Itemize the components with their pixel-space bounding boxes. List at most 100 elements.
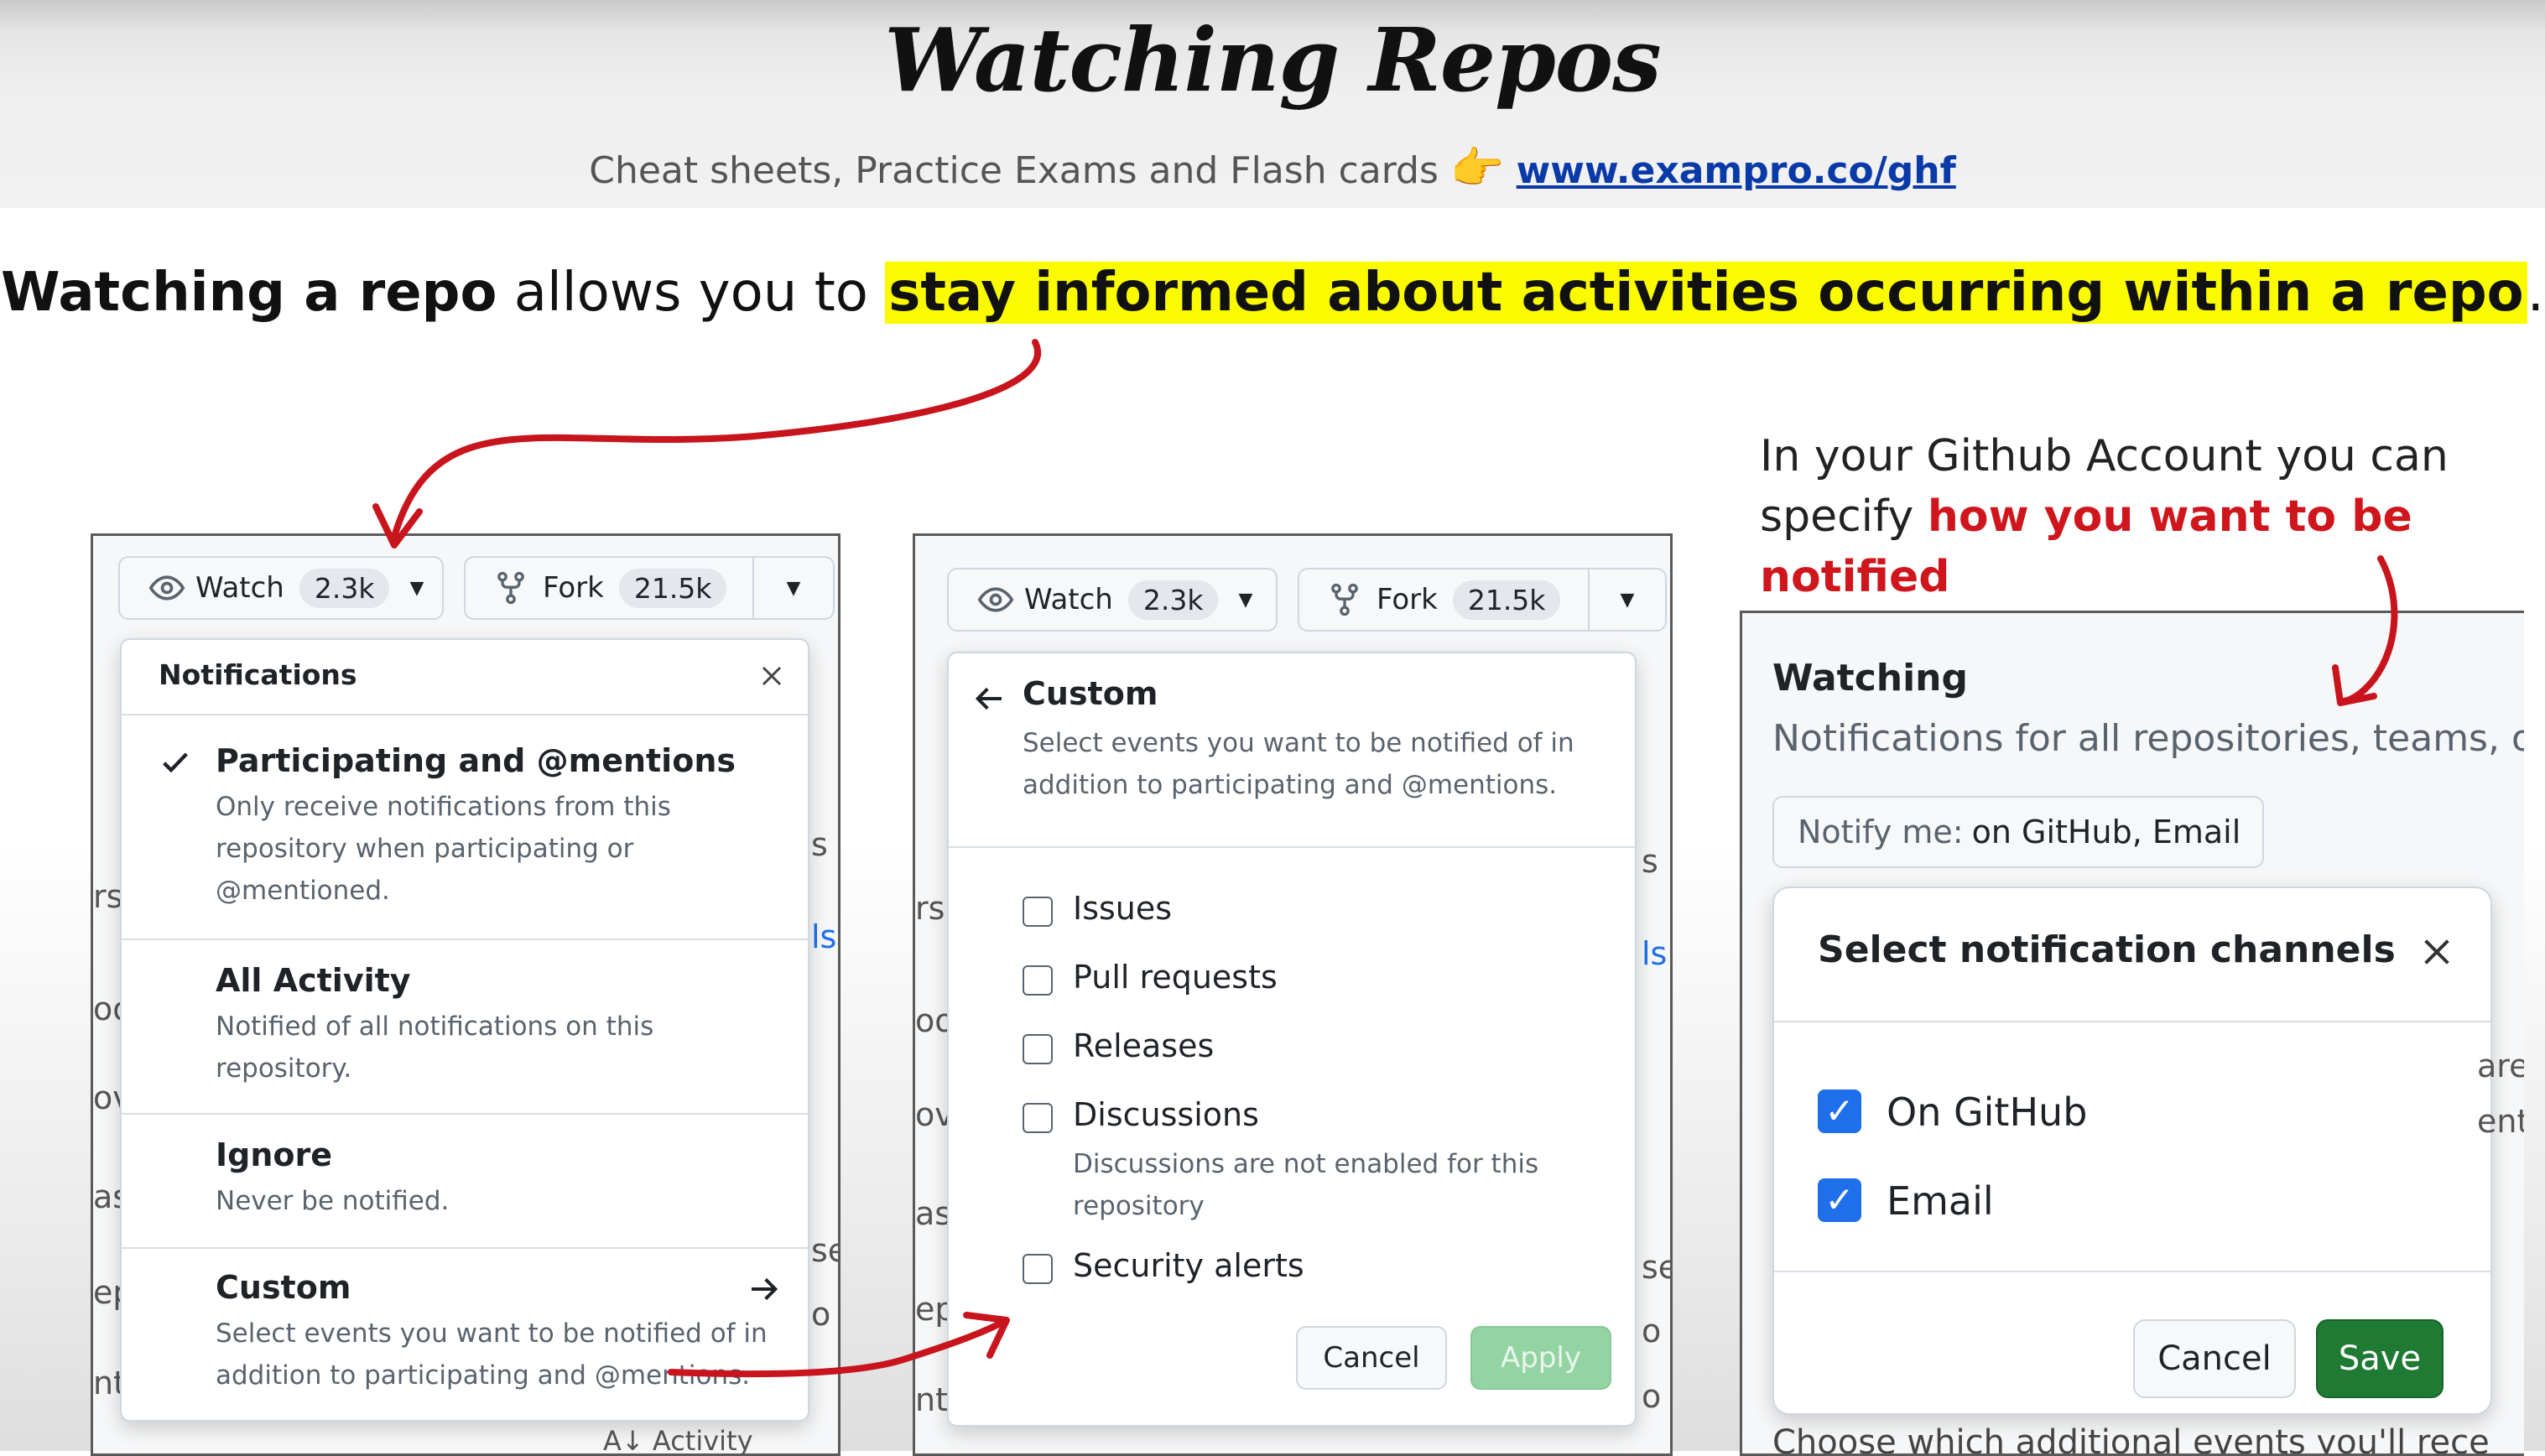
- panel-watching-settings: Watching Notifications for all repositor…: [1740, 611, 2524, 1456]
- divider: [1774, 1021, 2490, 1022]
- ghost-text: ls: [1642, 935, 1668, 972]
- option-desc-line: repository.: [216, 1053, 352, 1084]
- headline: Watching a repo allows you to stay infor…: [0, 262, 2545, 324]
- fork-label: Fork: [543, 571, 604, 605]
- email-label: Email: [1887, 1178, 1994, 1224]
- option-desc-line: @mentioned.: [216, 876, 390, 906]
- caret-down-icon: ▼: [786, 577, 801, 599]
- close-icon[interactable]: [2420, 935, 2454, 969]
- ghost-text: rs: [915, 890, 945, 927]
- ghost-text: rs: [93, 878, 123, 915]
- close-icon[interactable]: [759, 663, 784, 689]
- option-ignore[interactable]: Ignore Never be notified.: [122, 1115, 808, 1247]
- releases-checkbox[interactable]: [1023, 1034, 1053, 1064]
- option-desc-line: Notified of all notifications on this: [216, 1011, 654, 1042]
- divider: [1774, 1271, 2490, 1272]
- ghost-text: ls: [811, 918, 837, 955]
- fork-icon: [497, 571, 524, 605]
- menu-desc-line: addition to participating and @mentions.: [1023, 770, 1558, 800]
- menu-desc-line: Select events you want to be notified of…: [1023, 728, 1574, 758]
- discussions-checkbox[interactable]: [1023, 1103, 1053, 1133]
- ghost-text: o: [1642, 1378, 1662, 1415]
- option-title: Custom: [216, 1269, 351, 1306]
- eye-icon: [977, 587, 1014, 612]
- save-button[interactable]: Save: [2316, 1319, 2444, 1398]
- option-desc-line: Only receive notifications from this: [216, 792, 671, 822]
- headline-highlight: stay informed about activities occurring…: [885, 262, 2527, 324]
- apply-button[interactable]: Apply: [1470, 1326, 1611, 1390]
- caret-down-icon: ▼: [409, 577, 424, 599]
- option-custom[interactable]: Custom Select events you want to be noti…: [122, 1249, 808, 1417]
- option-desc: Only receive notifications from this rep…: [216, 786, 671, 912]
- eye-icon: [148, 575, 185, 601]
- option-all-activity[interactable]: All Activity Notified of all notificatio…: [122, 940, 808, 1113]
- arrow-left-icon[interactable]: [972, 682, 1006, 715]
- arrow-right-icon: [752, 1277, 778, 1301]
- ghost-text: are: [2477, 1048, 2524, 1084]
- headline-end: .: [2527, 262, 2544, 324]
- discussions-label: Discussions: [1073, 1096, 1259, 1133]
- option-participating[interactable]: Participating and @mentions Only receive…: [122, 715, 808, 939]
- slide-title: Watching Repos: [884, 8, 1661, 112]
- fork-button[interactable]: Fork 21.5k: [1298, 568, 1591, 632]
- ghost-activity: A↓ Activity: [603, 1425, 753, 1456]
- issues-label: Issues: [1073, 890, 1173, 927]
- menu-title: Notifications: [159, 658, 357, 691]
- security-alerts-checkbox[interactable]: [1023, 1254, 1053, 1284]
- ghost-text: o: [1642, 1313, 1662, 1349]
- discussions-note-line: Discussions are not enabled for this: [1073, 1149, 1539, 1179]
- fork-count: 21.5k: [618, 568, 727, 608]
- notify-me-button[interactable]: Notify me: on GitHub, Email: [1772, 796, 2264, 868]
- option-desc-line: addition to participating and @mentions.: [216, 1360, 751, 1391]
- notifications-menu: Notifications Participating and @mention…: [120, 638, 809, 1422]
- pointing-hand-icon: 👉: [1449, 143, 1505, 194]
- option-desc: Select events you want to be notified of…: [216, 1313, 768, 1396]
- cancel-button[interactable]: Cancel: [2133, 1319, 2296, 1398]
- caret-down-icon: ▼: [1238, 589, 1253, 611]
- email-checkbox[interactable]: ✓: [1818, 1178, 1861, 1222]
- menu-desc: Select events you want to be notified of…: [1023, 722, 1574, 806]
- watch-label: Watch: [195, 571, 284, 605]
- cancel-button[interactable]: Cancel: [1296, 1326, 1447, 1390]
- security-alerts-label: Security alerts: [1073, 1247, 1304, 1284]
- headline-middle: allows you to: [497, 262, 886, 324]
- dialog-title: Select notification channels: [1818, 928, 2396, 971]
- watch-button[interactable]: Watch 2.3k ▼: [118, 556, 444, 620]
- on-github-label: On GitHub: [1887, 1089, 2088, 1135]
- pull-requests-checkbox[interactable]: [1023, 965, 1053, 996]
- option-desc-line: repository when participating or: [216, 834, 634, 864]
- save-label: Save: [2338, 1339, 2422, 1378]
- exampro-link[interactable]: www.exampro.co/ghf: [1517, 149, 1956, 192]
- ghost-text: s: [811, 826, 828, 863]
- on-github-checkbox[interactable]: ✓: [1818, 1089, 1861, 1133]
- ghost-text: ent: [2477, 1103, 2524, 1140]
- side-note-line1: In your Github Account you can: [1760, 431, 2449, 481]
- side-note: In your Github Account you can specify h…: [1760, 426, 2540, 607]
- apply-label: Apply: [1501, 1341, 1581, 1375]
- option-title: Ignore: [216, 1136, 333, 1173]
- fork-dropdown-button[interactable]: ▼: [1588, 568, 1667, 632]
- fork-button[interactable]: Fork 21.5k: [464, 556, 756, 620]
- divider: [949, 846, 1635, 848]
- slide-subtitle: Cheat sheets, Practice Exams and Flash c…: [0, 143, 2545, 194]
- fork-dropdown-button[interactable]: ▼: [752, 556, 835, 620]
- issues-checkbox[interactable]: [1023, 897, 1053, 927]
- menu-title: Custom: [1023, 675, 1158, 712]
- option-desc-line: Select events you want to be notified of…: [216, 1318, 768, 1349]
- discussions-note: Discussions are not enabled for this rep…: [1073, 1143, 1538, 1227]
- panel-custom: rs oo ov as ep nt s ls se o o Watch 2.3k…: [913, 533, 1673, 1456]
- arrow-headline-to-watch: [391, 339, 1041, 540]
- caret-down-icon: ▼: [1620, 589, 1635, 611]
- watch-label: Watch: [1024, 583, 1113, 616]
- ghost-text: se: [811, 1232, 838, 1269]
- notify-value: on GitHub, Email: [1971, 814, 2241, 850]
- watch-button[interactable]: Watch 2.3k ▼: [947, 568, 1278, 632]
- watching-desc: Notifications for all repositories, team…: [1772, 717, 2524, 760]
- pull-requests-label: Pull requests: [1073, 959, 1278, 996]
- cancel-label: Cancel: [1323, 1341, 1420, 1375]
- option-title: Participating and @mentions: [216, 742, 736, 779]
- check-icon: [163, 752, 188, 773]
- notification-channels-dialog: Select notification channels ✓ On GitHub…: [1772, 887, 2492, 1415]
- watch-count: 2.3k: [299, 568, 390, 608]
- ghost-text: o: [811, 1296, 831, 1333]
